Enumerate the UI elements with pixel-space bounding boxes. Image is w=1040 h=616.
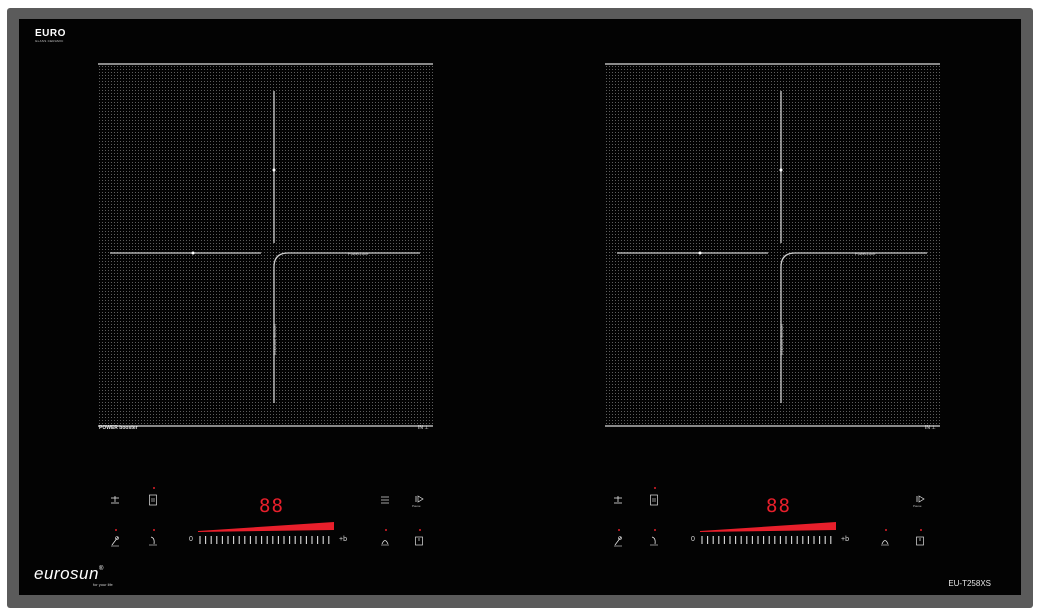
horizontal-guide-text: PowerZone (348, 251, 369, 256)
keep-warm-icon (381, 540, 389, 546)
power-button-left[interactable] (413, 534, 425, 548)
logo-tagline: for your life (93, 582, 113, 587)
sensor-cook-button-left[interactable] (147, 534, 159, 548)
lock-icon (111, 536, 119, 547)
power-icon (415, 536, 423, 546)
keep-warm-indicator-dot-left (385, 529, 387, 531)
sensor-indicator-dot-left (153, 529, 155, 531)
logo-registered: ® (98, 566, 104, 572)
bridge-zone-icon (614, 496, 622, 504)
lock-icon (614, 536, 622, 547)
logo-wordmark: eurosun (34, 564, 99, 583)
power-slider-right[interactable] (701, 536, 837, 544)
bridge-zone-icon (111, 496, 119, 504)
slider-min-label-left: 0 (189, 536, 193, 543)
power-level-display-left: 88 (259, 495, 284, 517)
timer-button-right[interactable] (648, 493, 660, 507)
lock-indicator-dot-left (115, 529, 117, 531)
menu-button-left[interactable] (379, 493, 391, 507)
brand-subtitle: GLASS CERAMIC (35, 39, 64, 43)
bridge-zone-button-right[interactable] (612, 493, 624, 507)
brand-label: EURO GLASS CERAMIC (35, 29, 66, 44)
power-level-ramp-left (198, 520, 334, 532)
sensor-cook-icon (149, 536, 157, 546)
slider-min-label-right: 0 (691, 536, 695, 543)
bridge-zone-button-left[interactable] (109, 493, 121, 507)
power-indicator-dot-left (419, 529, 421, 531)
sensor-indicator-dot-right (654, 529, 656, 531)
keep-warm-button-right[interactable] (879, 534, 891, 548)
cooking-zone-right: Induction Booster PowerZone (605, 63, 940, 427)
cooking-zone-left: Induction Booster PowerZone (98, 63, 433, 427)
zone-guide-lines-left (110, 91, 420, 403)
in-label-right: IN ⊥ (925, 425, 936, 431)
sensor-cook-button-right[interactable] (648, 534, 660, 548)
lock-indicator-dot-right (618, 529, 620, 531)
timer-indicator-dot-left (153, 487, 155, 489)
zone-guide-lines-right (617, 91, 927, 403)
model-number: EU-T258XS (948, 579, 991, 588)
keep-warm-indicator-dot-right (885, 529, 887, 531)
pause-label-left: Pause (412, 504, 421, 508)
timer-icon (149, 494, 157, 506)
in-label-text: IN (925, 425, 930, 431)
in-label-left: IN ⊥ (418, 425, 429, 431)
power-level-display-right: 88 (766, 495, 791, 517)
power-button-right[interactable] (914, 534, 926, 548)
slider-max-label-right: +b (841, 536, 849, 543)
slider-max-label-left: +b (339, 536, 347, 543)
keep-warm-icon (881, 540, 889, 546)
vertical-guide-text: Induction Booster (779, 323, 784, 355)
power-slider-left[interactable] (199, 536, 335, 544)
lock-button-left[interactable] (109, 534, 121, 548)
pause-label-right: Pause (913, 504, 922, 508)
in-label-text: IN (418, 425, 423, 431)
timer-icon (650, 494, 658, 506)
vertical-guide-text: Induction Booster (272, 323, 277, 355)
power-level-ramp-right (700, 520, 836, 532)
power-icon (916, 536, 924, 546)
power-booster-label: POWER booster (99, 425, 138, 431)
menu-icon (381, 496, 389, 504)
sensor-cook-icon (650, 536, 658, 546)
timer-indicator-dot-right (654, 487, 656, 489)
power-indicator-dot-right (920, 529, 922, 531)
horizontal-guide-text: PowerZone (855, 251, 876, 256)
brand-title: EURO (35, 28, 66, 39)
lock-button-right[interactable] (612, 534, 624, 548)
keep-warm-button-left[interactable] (379, 534, 391, 548)
eurosun-logo: eurosun® for your life (34, 564, 113, 587)
timer-button-left[interactable] (147, 493, 159, 507)
